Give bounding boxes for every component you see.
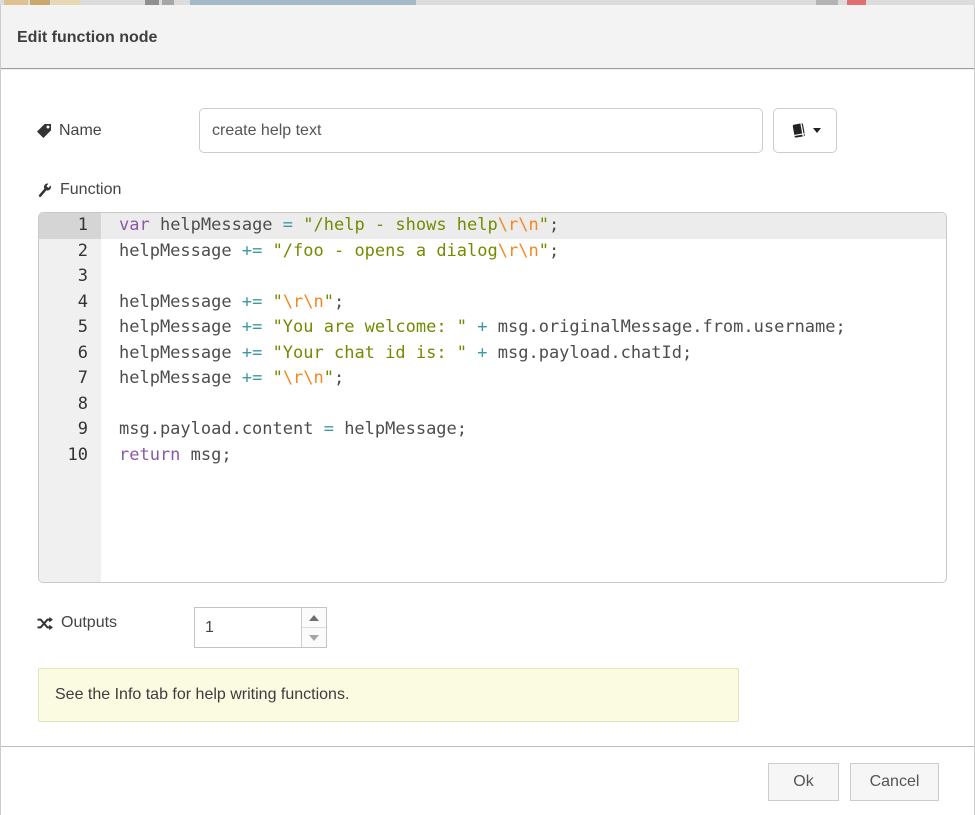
code-token — [262, 317, 272, 337]
code-token: = — [324, 419, 334, 439]
outputs-field-label: Outputs — [36, 614, 117, 632]
book-icon — [790, 122, 807, 139]
outputs-input[interactable] — [195, 608, 301, 647]
code-token: + — [477, 343, 487, 363]
line-number: 9 — [39, 417, 101, 443]
code-line[interactable]: var helpMessage = "/help - shows help\r\… — [101, 213, 946, 239]
code-token: = — [283, 215, 293, 235]
code-line[interactable]: helpMessage += "/foo - opens a dialog\r\… — [101, 239, 946, 265]
function-field-label-text: Function — [60, 181, 121, 199]
code-token: "/foo - opens a dialog — [273, 241, 498, 261]
code-line[interactable] — [101, 392, 946, 418]
code-token: ; — [549, 215, 559, 235]
code-token: " — [324, 368, 334, 388]
code-token: \r\n — [498, 215, 539, 235]
code-token: msg; — [180, 445, 231, 465]
chevron-down-icon — [813, 128, 821, 133]
code-token: += — [242, 368, 262, 388]
dialog-header: Edit function node — [1, 5, 974, 69]
line-number: 5 — [39, 315, 101, 341]
code-token: \r\n — [283, 368, 324, 388]
code-token: ; — [334, 292, 344, 312]
footer-divider — [1, 746, 974, 747]
outputs-field-label-text: Outputs — [61, 614, 117, 632]
code-token: "Your chat id is: " — [273, 343, 467, 363]
code-token: += — [242, 241, 262, 261]
cancel-button[interactable]: Cancel — [850, 763, 939, 801]
code-token: += — [242, 343, 262, 363]
code-line[interactable]: helpMessage += "You are welcome: " + msg… — [101, 315, 946, 341]
code-token: " — [273, 292, 283, 312]
outputs-spinner — [194, 607, 327, 648]
spinner-up-button[interactable] — [302, 608, 326, 628]
spinner-buttons — [301, 608, 326, 647]
code-token — [293, 215, 303, 235]
code-line[interactable] — [101, 264, 946, 290]
code-line[interactable]: helpMessage += "\r\n"; — [101, 290, 946, 316]
code-token — [262, 241, 272, 261]
code-token — [262, 368, 272, 388]
code-line[interactable]: return msg; — [101, 443, 946, 469]
code-token: helpMessage — [119, 292, 242, 312]
line-number: 8 — [39, 392, 101, 418]
code-editor-gutter: 12345678910 — [39, 213, 101, 582]
code-token: helpMessage — [150, 215, 283, 235]
code-token: += — [242, 317, 262, 337]
code-token — [467, 343, 477, 363]
code-token: " — [539, 215, 549, 235]
code-token: ; — [549, 241, 559, 261]
name-field-label-text: Name — [59, 122, 102, 140]
line-number: 2 — [39, 239, 101, 265]
code-token: helpMessage — [119, 241, 242, 261]
shuffle-icon — [36, 616, 54, 631]
arrow-up-icon — [309, 615, 319, 621]
code-token: return — [119, 445, 180, 465]
dialog-title: Edit function node — [17, 29, 157, 47]
ok-button[interactable]: Ok — [768, 763, 839, 801]
code-token: msg.payload.chatId; — [488, 343, 693, 363]
code-token: msg.payload.content — [119, 419, 324, 439]
tag-icon — [36, 123, 52, 139]
code-token: "/help - shows help — [303, 215, 497, 235]
form-tip-text: See the Info tab for help writing functi… — [55, 686, 349, 704]
code-lines[interactable]: var helpMessage = "/help - shows help\r\… — [101, 213, 946, 582]
code-token: var — [119, 215, 150, 235]
line-number: 1 — [39, 213, 101, 239]
library-button[interactable] — [773, 108, 837, 153]
line-number: 4 — [39, 290, 101, 316]
line-number: 6 — [39, 341, 101, 367]
name-field-label: Name — [36, 122, 102, 140]
edit-function-node-dialog: Edit function node Name Function — [0, 5, 975, 815]
code-line[interactable]: helpMessage += "Your chat id is: " + msg… — [101, 341, 946, 367]
name-input[interactable] — [199, 108, 763, 153]
spinner-down-button[interactable] — [302, 628, 326, 647]
code-token: ; — [334, 368, 344, 388]
code-token: " — [273, 368, 283, 388]
code-token: += — [242, 292, 262, 312]
code-editor[interactable]: 12345678910 var helpMessage = "/help - s… — [38, 212, 947, 583]
wrench-icon — [36, 182, 53, 199]
code-token: "You are welcome: " — [273, 317, 467, 337]
line-number: 7 — [39, 366, 101, 392]
code-token: helpMessage — [119, 317, 242, 337]
code-token: msg.originalMessage.from.username; — [488, 317, 846, 337]
code-token: " — [324, 292, 334, 312]
form-tip: See the Info tab for help writing functi… — [38, 668, 739, 722]
code-token: \r\n — [283, 292, 324, 312]
code-token: " — [539, 241, 549, 261]
code-token: \r\n — [498, 241, 539, 261]
line-number: 3 — [39, 264, 101, 290]
arrow-down-icon — [309, 635, 319, 641]
code-token: + — [477, 317, 487, 337]
code-token — [262, 292, 272, 312]
code-token: helpMessage — [119, 343, 242, 363]
code-token: helpMessage; — [334, 419, 467, 439]
code-token — [467, 317, 477, 337]
function-field-label: Function — [36, 181, 121, 199]
code-line[interactable]: msg.payload.content = helpMessage; — [101, 417, 946, 443]
code-line[interactable]: helpMessage += "\r\n"; — [101, 366, 946, 392]
line-number: 10 — [39, 443, 101, 469]
code-token: helpMessage — [119, 368, 242, 388]
code-token — [262, 343, 272, 363]
